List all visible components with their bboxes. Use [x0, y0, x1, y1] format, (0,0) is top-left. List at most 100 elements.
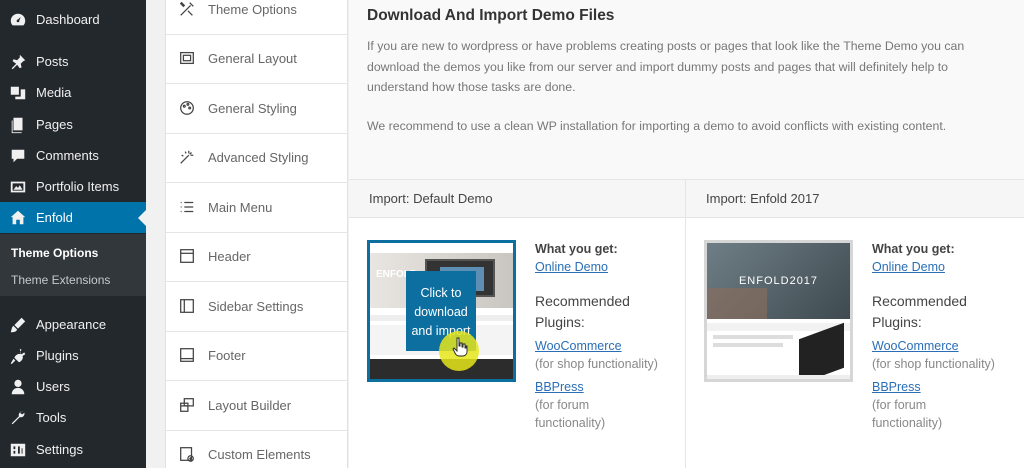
media-icon [0, 84, 36, 102]
recommended-plugins-label: Recommended Plugins: [872, 293, 967, 330]
menu-label: Enfold [36, 210, 73, 225]
demo-default: Import: Default Demo ENFOLD Click to dow… [349, 180, 686, 468]
nav-custom-elements[interactable]: Custom Elements [166, 430, 348, 468]
woocommerce-link[interactable]: WooCommerce [872, 339, 959, 353]
nav-advanced-styling[interactable]: Advanced Styling [166, 133, 348, 183]
nav-layout-builder[interactable]: Layout Builder [166, 381, 348, 431]
bbpress-note-2: functionality) [535, 416, 606, 430]
menu-label: Comments [36, 148, 99, 163]
menu-list-icon [166, 198, 208, 216]
demo-heading: Import: Default Demo [349, 180, 685, 218]
menu-label: Users [36, 379, 70, 394]
nav-main-menu[interactable]: Main Menu [166, 183, 348, 233]
admin-menu: Dashboard Posts Media Pages Comments Por… [0, 0, 146, 468]
page-title: Download And Import Demo Files [367, 7, 615, 24]
nav-general-layout[interactable]: General Layout [166, 34, 348, 84]
hand-cursor-icon [452, 337, 468, 357]
plug-icon [0, 347, 36, 365]
menu-label: Dashboard [36, 12, 100, 27]
menu-item-settings[interactable]: Settings [0, 434, 146, 465]
demo-heading: Import: Enfold 2017 [686, 180, 1024, 218]
menu-item-users[interactable]: Users [0, 371, 146, 402]
menu-label: Media [36, 85, 72, 100]
layout-icon [166, 49, 208, 67]
layout-builder-icon [166, 396, 208, 414]
menu-label: Settings [36, 442, 83, 457]
bbpress-note: (for forum [535, 398, 590, 412]
theme-options-nav: Theme Options General Layout General Sty… [165, 0, 348, 468]
menu-label: Pages [36, 117, 73, 132]
menu-label: Plugins [36, 348, 79, 363]
comments-icon [0, 147, 36, 165]
online-demo-link[interactable]: Online Demo [872, 260, 945, 274]
nav-label: Footer [208, 347, 246, 363]
menu-item-tools[interactable]: Tools [0, 402, 146, 433]
menu-item-pages[interactable]: Pages [0, 109, 146, 140]
demo-thumbnail[interactable]: ENFOLD2017 [704, 240, 853, 382]
nav-label: Header [208, 248, 251, 264]
dashboard-icon [0, 11, 36, 29]
recommend-text: We recommend to use a clean WP installat… [367, 119, 947, 133]
nav-theme-options[interactable]: Theme Options [166, 0, 348, 35]
woocommerce-note: (for shop functionality) [535, 357, 658, 371]
tools-icon [166, 0, 208, 18]
nav-label: General Styling [208, 100, 297, 116]
user-icon [0, 378, 36, 396]
submenu-theme-options[interactable]: Theme Options [11, 246, 98, 260]
nav-label: Sidebar Settings [208, 298, 304, 314]
palette-icon [166, 99, 208, 117]
nav-label: Theme Options [208, 1, 297, 17]
main-content: Download And Import Demo Files If you ar… [349, 0, 1024, 468]
menu-label: Tools [36, 410, 67, 425]
what-you-get-label: What you get: [872, 242, 955, 256]
recommended-plugins-label: Recommended Plugins: [535, 293, 630, 330]
pages-icon [0, 116, 36, 134]
intro-text: If you are new to wordpress or have prob… [367, 39, 965, 94]
enfold-submenu: Theme Options Theme Extensions [0, 234, 146, 296]
menu-label: Appearance [36, 317, 107, 332]
menu-item-enfold[interactable]: Enfold [0, 202, 146, 233]
nav-footer[interactable]: Footer [166, 331, 348, 381]
portfolio-icon [0, 178, 36, 196]
settings-icon [0, 441, 36, 459]
home-icon [0, 209, 36, 227]
what-you-get-label: What you get: [535, 242, 618, 256]
bbpress-note-2: functionality) [872, 416, 943, 430]
nav-sidebar-settings[interactable]: Sidebar Settings [166, 282, 348, 332]
bbpress-link[interactable]: BBPress [872, 380, 921, 394]
nav-label: Main Menu [208, 199, 273, 215]
bbpress-note: (for forum [872, 398, 927, 412]
demo-info: What you get: Online Demo Recommended Pl… [872, 242, 995, 430]
menu-item-comments[interactable]: Comments [0, 140, 146, 171]
menu-item-media[interactable]: Media [0, 77, 146, 108]
menu-label: Posts [36, 54, 69, 69]
submenu-theme-extensions[interactable]: Theme Extensions [11, 273, 110, 287]
magic-wand-icon [166, 148, 208, 166]
menu-item-dashboard[interactable]: Dashboard [0, 4, 146, 35]
intro-section: Download And Import Demo Files If you ar… [349, 0, 1024, 180]
bbpress-link[interactable]: BBPress [535, 380, 584, 394]
menu-item-portfolio[interactable]: Portfolio Items [0, 171, 146, 202]
brush-icon [0, 316, 36, 334]
header-icon [166, 247, 208, 265]
nav-label: Custom Elements [208, 446, 311, 462]
wrench-icon [0, 409, 36, 427]
nav-general-styling[interactable]: General Styling [166, 84, 348, 134]
nav-label: Advanced Styling [208, 149, 309, 165]
demo-info: What you get: Online Demo Recommended Pl… [535, 242, 658, 430]
footer-icon [166, 346, 208, 364]
thumb-title: ENFOLD2017 [738, 275, 819, 287]
menu-item-appearance[interactable]: Appearance [0, 309, 146, 340]
nav-label: Layout Builder [208, 397, 292, 413]
pin-icon [0, 53, 36, 71]
demo-enfold-2017: Import: Enfold 2017 ENFOLD2017 What you … [686, 180, 1024, 468]
woocommerce-note: (for shop functionality) [872, 357, 995, 371]
menu-item-posts[interactable]: Posts [0, 46, 146, 77]
woocommerce-link[interactable]: WooCommerce [535, 339, 622, 353]
demo-thumbnail[interactable]: ENFOLD Click to download and import [367, 240, 516, 382]
sidebar-icon [166, 297, 208, 315]
menu-label: Portfolio Items [36, 179, 120, 194]
online-demo-link[interactable]: Online Demo [535, 260, 608, 274]
nav-header[interactable]: Header [166, 232, 348, 282]
menu-item-plugins[interactable]: Plugins [0, 340, 146, 371]
